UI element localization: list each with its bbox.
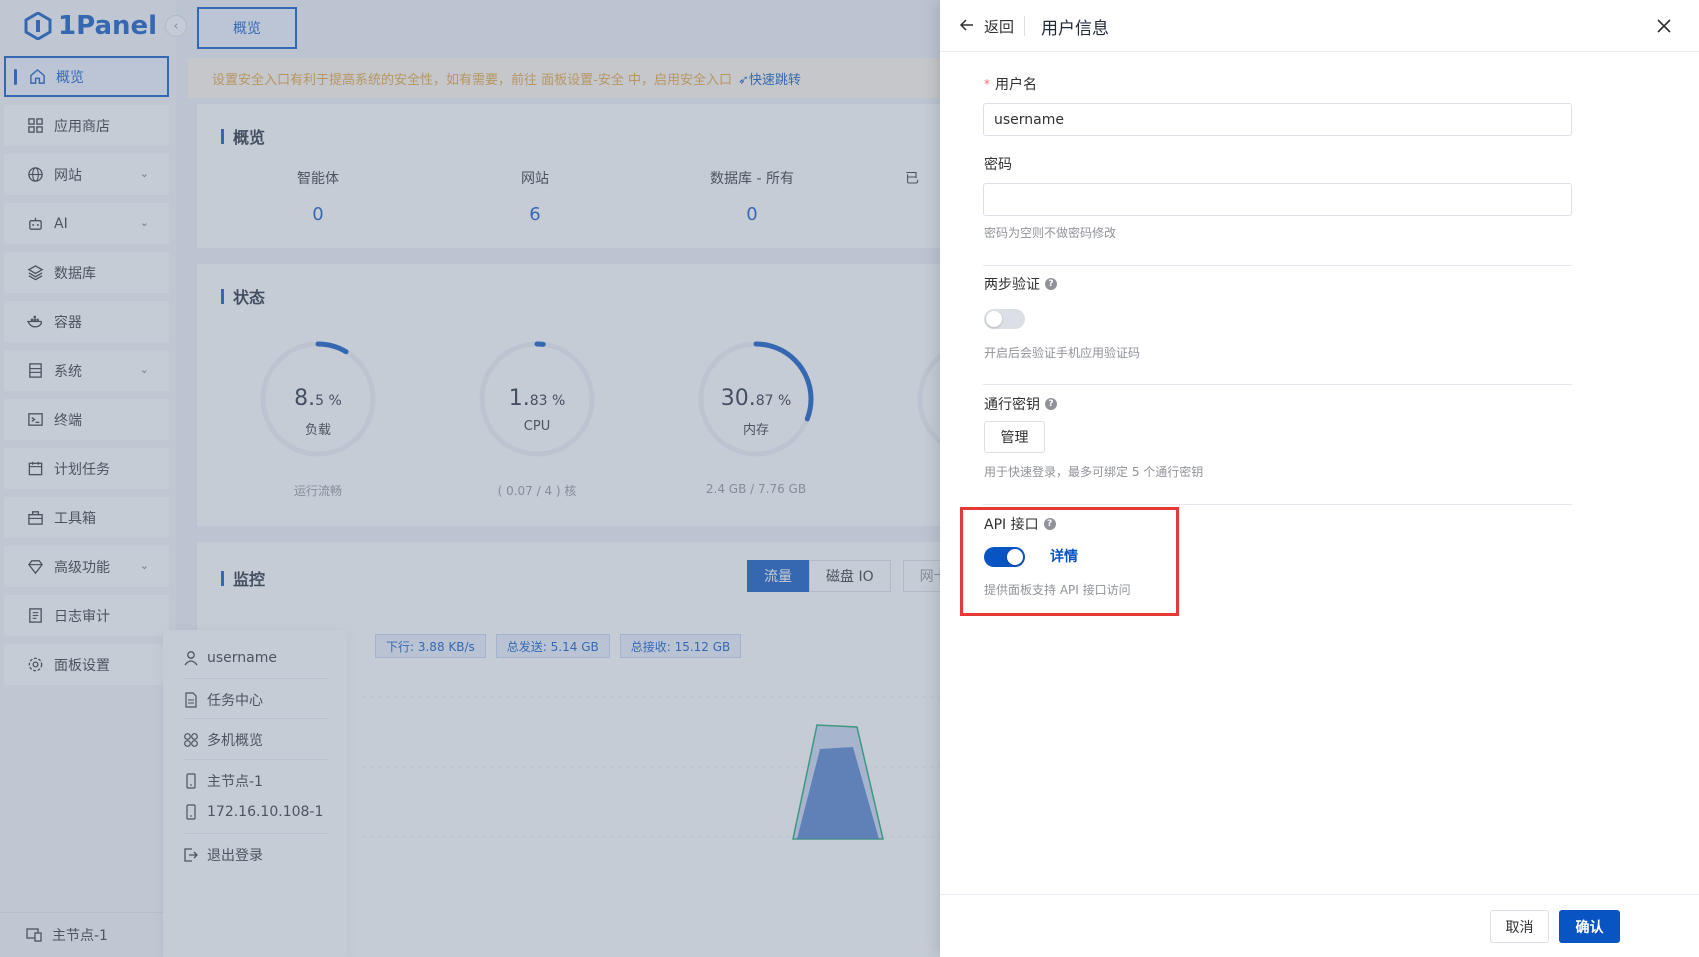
twofa-help: 开启后会验证手机应用验证码: [984, 346, 1141, 360]
twofa-label: 两步验证?: [984, 274, 1057, 294]
help-icon[interactable]: ?: [1045, 398, 1057, 410]
help-icon[interactable]: ?: [1045, 278, 1057, 290]
drawer-title: 用户信息: [1041, 19, 1109, 39]
passkey-help: 用于快速登录，最多可绑定 5 个通行密钥: [984, 465, 1204, 479]
password-input[interactable]: [983, 183, 1572, 216]
modal-overlay[interactable]: [0, 0, 940, 957]
header-divider: [1024, 16, 1025, 36]
user-info-drawer: 返回 用户信息 *用户名 密码 密码为空则不做密码修改 两步验证? 开启后会验证…: [940, 0, 1699, 957]
cancel-button[interactable]: 取消: [1490, 910, 1549, 943]
arrow-left-icon[interactable]: [958, 16, 976, 34]
required-marker: *: [984, 77, 990, 91]
username-label: * 用户名: [984, 77, 1037, 93]
username-input[interactable]: [983, 103, 1572, 136]
divider: [983, 504, 1572, 505]
divider: [983, 265, 1572, 266]
back-button[interactable]: 返回: [984, 16, 1014, 37]
confirm-button[interactable]: 确认: [1559, 910, 1620, 943]
passkey-label: 通行密钥?: [984, 394, 1057, 414]
password-label: 密码: [984, 157, 1012, 173]
passkey-manage-button[interactable]: 管理: [984, 421, 1045, 453]
switch-knob: [986, 311, 1002, 327]
close-icon[interactable]: [1654, 16, 1674, 36]
highlight-box: [960, 507, 1179, 616]
twofa-switch[interactable]: [984, 309, 1025, 329]
divider: [983, 384, 1572, 385]
password-help: 密码为空则不做密码修改: [984, 226, 1117, 240]
drawer-header: 返回 用户信息: [940, 0, 1699, 52]
